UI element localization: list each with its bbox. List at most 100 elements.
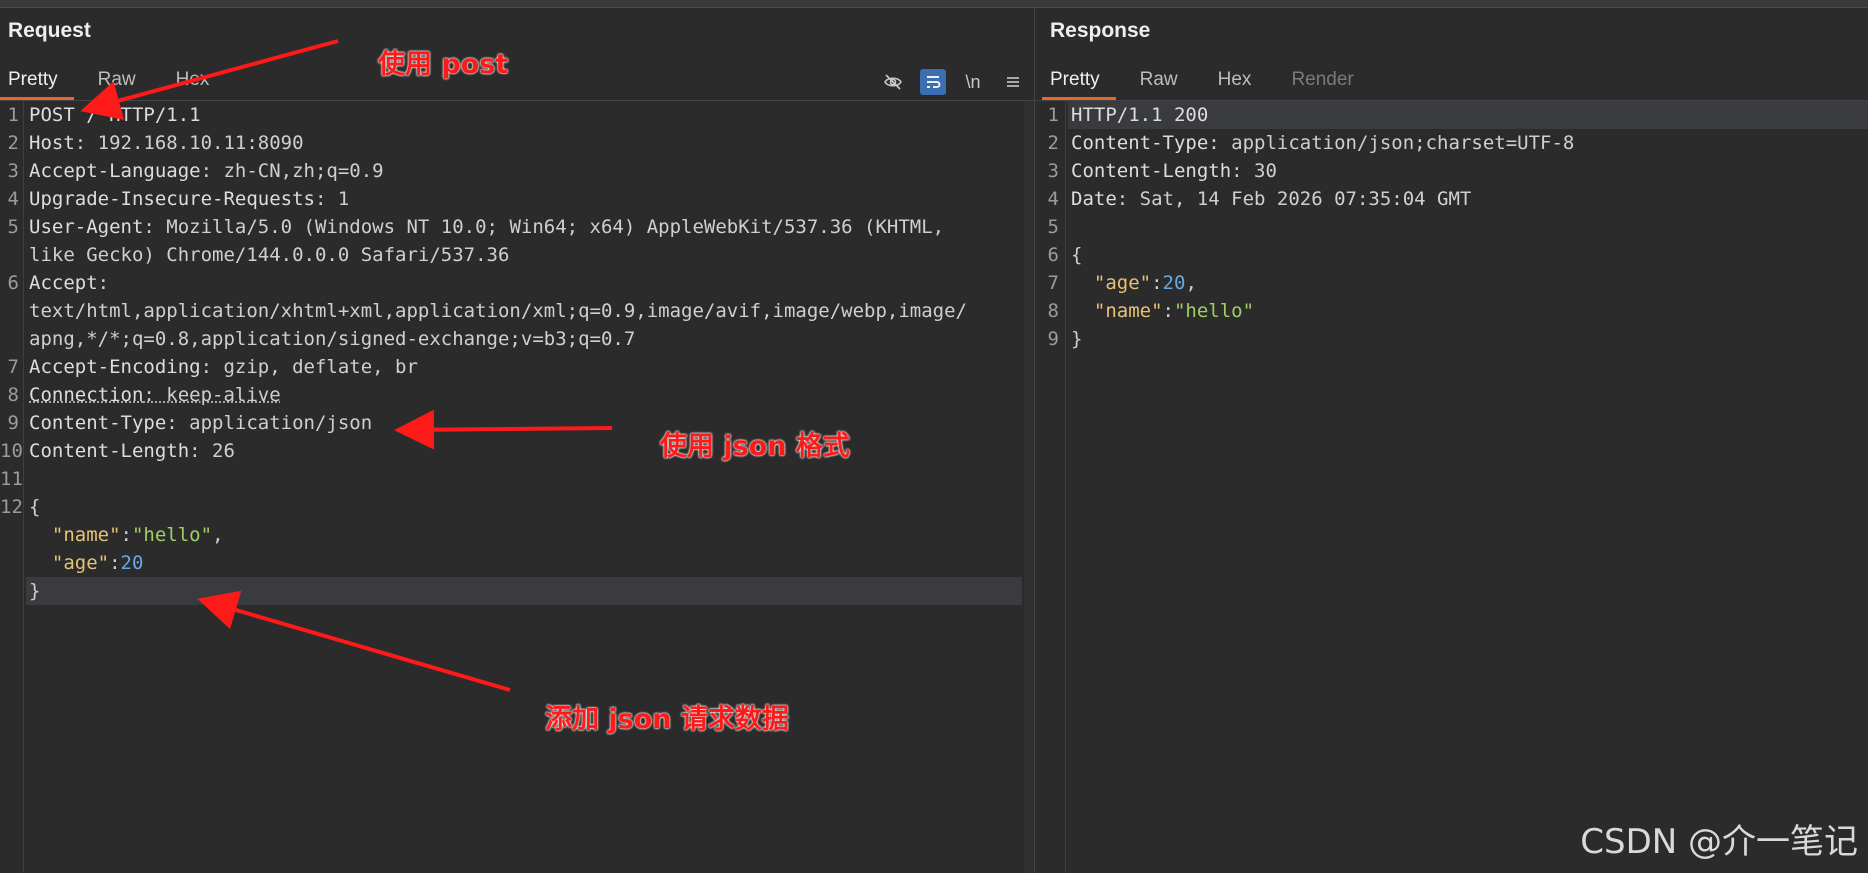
annotation-use-json-format: 使用 json 格式 [660,431,850,462]
code-token: User-Agent [29,216,144,238]
line-code: Accept-Language: zh-CN,zh;q=0.9 [29,157,384,185]
line-code: Date: Sat, 14 Feb 2026 07:35:04 GMT [1071,185,1471,213]
code-token: : [120,524,132,546]
code-token: : [109,552,121,574]
line-code: "name":"hello" [1071,297,1254,325]
window-top-bar [0,0,1868,8]
code-line[interactable]: 10 Content-Length: 26 [0,437,1034,465]
code-line[interactable]: 3 Content-Length: 30 [1035,157,1868,185]
code-line[interactable]: 2 Host: 192.168.10.11:8090 [0,129,1034,157]
line-number: 2 [1047,132,1059,154]
code-line[interactable]: 4 Date: Sat, 14 Feb 2026 07:35:04 GMT [1035,185,1868,213]
line-code: apng,*/*;q=0.8,application/signed-exchan… [29,325,635,353]
code-line[interactable]: like Gecko) Chrome/144.0.0.0 Safari/537.… [0,241,1034,269]
code-token: "age" [1093,272,1152,294]
line-code: Host: 192.168.10.11:8090 [29,129,304,157]
request-tab-raw[interactable]: Raw [90,64,152,100]
line-number: 7 [1047,272,1059,294]
line-number: 12 [0,496,23,518]
line-code: "age":20 [29,549,144,577]
request-tabs: Pretty Raw Hex [0,64,241,100]
code-line[interactable]: text/html,application/xhtml+xml,applicat… [0,297,1034,325]
code-line[interactable]: 8 "name":"hello" [1035,297,1868,325]
code-token: 20 [120,552,144,574]
code-token: Connection [29,384,144,406]
code-line[interactable]: 11 [0,465,1034,493]
code-token: : 1 [314,188,350,210]
eye-off-icon[interactable] [880,69,906,95]
line-number: 10 [0,440,23,462]
code-line[interactable]: 7 "age":20, [1035,269,1868,297]
code-token: "name" [1093,300,1163,322]
code-token: Content-Length [29,440,190,462]
line-code: Content-Length: 26 [29,437,235,465]
wrap-icon[interactable] [920,69,946,95]
code-line[interactable]: 4 Upgrade-Insecure-Requests: 1 [0,185,1034,213]
code-line[interactable]: 9} [1035,325,1868,353]
code-token: Accept [29,272,98,294]
code-line[interactable]: 5 [1035,213,1868,241]
response-tab-render[interactable]: Render [1283,64,1369,100]
line-code: } [29,577,40,605]
code-token: "age" [51,552,110,574]
response-tab-raw[interactable]: Raw [1132,64,1194,100]
line-code: like Gecko) Chrome/144.0.0.0 Safari/537.… [29,241,509,269]
code-token: : [1151,272,1163,294]
code-line[interactable]: 1 POST / HTTP/1.1 [0,101,1034,129]
code-line[interactable]: 6{ [1035,241,1868,269]
response-tab-pretty[interactable]: Pretty [1042,64,1116,100]
code-line[interactable]: "age":20 [0,549,1034,577]
code-token: 20 [1162,272,1186,294]
code-token: : 30 [1231,160,1277,182]
code-token: Content-Type [29,412,167,434]
response-title: Response [1050,19,1151,42]
request-tab-pretty[interactable]: Pretty [0,64,74,100]
line-number: 4 [7,188,19,210]
code-token: , [212,524,224,546]
line-number: 5 [1047,216,1059,238]
line-code: Accept: [29,269,109,297]
line-number: 8 [7,384,19,406]
code-line[interactable]: 7 Accept-Encoding: gzip, deflate, br [0,353,1034,381]
line-code: User-Agent: Mozilla/5.0 (Windows NT 10.0… [29,213,944,241]
response-editor[interactable]: 1 HTTP/1.1 200 2 Content-Type: application/… [1035,101,1868,873]
request-editor[interactable]: 1 POST / HTTP/1.1 2 Host: 192.168.10.11:809… [0,101,1034,873]
response-tabs: Pretty Raw Hex Render [1042,64,1386,100]
response-tab-hex[interactable]: Hex [1210,64,1268,100]
line-number: 4 [1047,188,1059,210]
code-line[interactable]: 1 HTTP/1.1 200 [1048,101,1868,129]
code-token: Content-Type [1071,132,1209,154]
code-line[interactable]: } [26,577,1022,605]
code-token: like Gecko) Chrome/144.0.0.0 Safari/537.… [29,244,510,266]
code-line[interactable]: 6 Accept: [0,269,1034,297]
code-line[interactable]: 9 Content-Type: application/json [0,409,1034,437]
code-line[interactable]: 12 { [0,493,1034,521]
code-line[interactable]: 3 Accept-Language: zh-CN,zh;q=0.9 [0,157,1034,185]
line-number: 11 [0,468,23,490]
code-line[interactable]: 5 User-Agent: Mozilla/5.0 (Windows NT 10.… [0,213,1034,241]
request-scrollbar[interactable] [1024,101,1034,873]
code-token: Host [29,132,75,154]
code-line[interactable]: apng,*/*;q=0.8,application/signed-exchan… [0,325,1034,353]
menu-icon[interactable] [1000,69,1026,95]
line-code: "age":20, [1071,269,1197,297]
annotation-use-post: 使用 post [378,49,509,80]
line-number: 9 [1047,328,1059,350]
request-toolbar: \n [880,69,1026,95]
line-code: { [1071,241,1082,269]
code-token: apng,*/*;q=0.8,application/signed-exchan… [29,328,636,350]
code-line[interactable]: "name":"hello", [0,521,1034,549]
code-token: "hello" [1173,300,1255,322]
code-line[interactable]: 2 Content-Type: application/json;charset=… [1035,129,1868,157]
request-tab-hex[interactable]: Hex [168,64,226,100]
code-token: : [97,272,110,294]
code-token: : keep-alive [143,384,281,406]
code-token: : zh-CN,zh;q=0.9 [200,160,384,182]
line-number: 9 [7,412,19,434]
code-line[interactable]: 8 Connection: keep-alive [0,381,1034,409]
annotation-add-json-data: 添加 json 请求数据 [545,704,789,735]
newline-toggle-button[interactable]: \n [960,69,986,95]
line-number: 2 [7,132,19,154]
